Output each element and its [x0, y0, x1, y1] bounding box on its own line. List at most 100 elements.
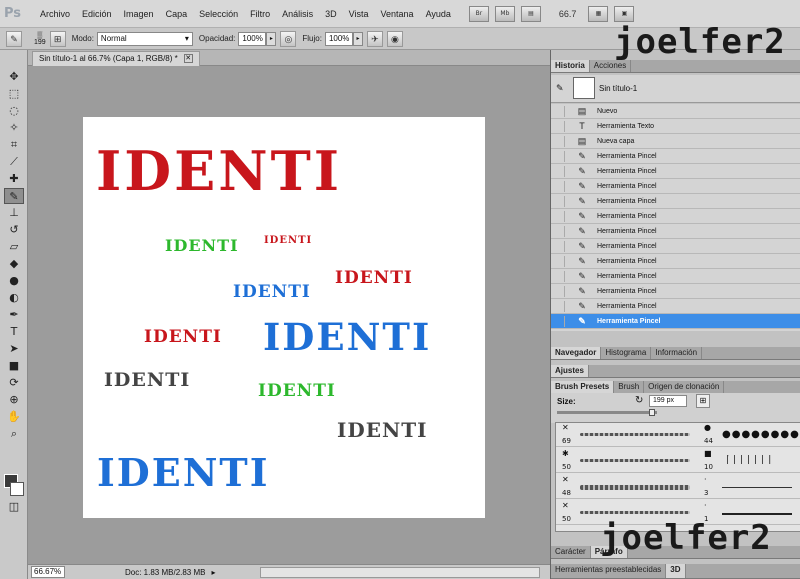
history-source-checkbox[interactable] — [555, 210, 565, 222]
history-row[interactable]: ✎ Herramienta Pincel — [551, 209, 800, 224]
clone-stamp-tool-icon[interactable]: ⊥ — [4, 205, 24, 221]
rectangle-tool-icon[interactable]: ■ — [4, 358, 24, 374]
history-source-checkbox[interactable] — [555, 285, 565, 297]
tab-brush[interactable]: Brush — [614, 381, 645, 393]
pen-tool-icon[interactable]: ✒ — [4, 307, 24, 323]
history-brush-tool-icon[interactable]: ↺ — [4, 222, 24, 238]
history-row[interactable]: ▤ Nuevo — [551, 104, 800, 119]
tab-ajustes[interactable]: Ajustes — [551, 365, 589, 377]
brush-size-slider-handle[interactable] — [649, 409, 655, 416]
blur-tool-icon[interactable]: ● — [4, 273, 24, 289]
tab-herramientas-preestablecidas[interactable]: Herramientas preestablecidas — [551, 564, 667, 578]
background-color-swatch[interactable] — [10, 482, 24, 496]
flow-slider-arrow[interactable]: ▸ — [352, 31, 363, 46]
history-row[interactable]: ✎ Herramienta Pincel — [551, 269, 800, 284]
move-tool-icon[interactable]: ✥ — [4, 69, 24, 85]
menu-filtro[interactable]: Filtro — [244, 9, 276, 19]
history-source-checkbox[interactable] — [555, 105, 565, 117]
tab-3d[interactable]: 3D — [666, 564, 686, 578]
mode-select[interactable]: Normal ▾ — [96, 31, 193, 46]
horizontal-scrollbar[interactable] — [259, 566, 540, 578]
tab-navegador[interactable]: Navegador — [551, 347, 602, 359]
flow-field[interactable]: 100% — [324, 31, 353, 46]
brush-panel-toggle-icon[interactable]: ⊞ — [49, 30, 66, 47]
paint-bucket-tool-icon[interactable]: ◆ — [4, 256, 24, 272]
brush-preset[interactable]: · 3 — [700, 475, 800, 499]
view-extras-button[interactable]: ▤ — [520, 5, 541, 22]
healing-brush-tool-icon[interactable]: ✚ — [4, 171, 24, 187]
history-source-checkbox[interactable] — [555, 150, 565, 162]
3d-rotate-tool-icon[interactable]: ⟳ — [4, 375, 24, 391]
menu-ayuda[interactable]: Ayuda — [420, 9, 457, 19]
zoom-level[interactable]: 66.7 — [559, 9, 577, 19]
brush-preset[interactable]: ■ 10 ׁ||||||| — [700, 449, 800, 473]
history-source-checkbox[interactable] — [555, 315, 565, 327]
history-source-checkbox[interactable] — [555, 255, 565, 267]
history-row[interactable]: ▤ Nueva capa — [551, 134, 800, 149]
menu-archivo[interactable]: Archivo — [34, 9, 76, 19]
close-icon[interactable]: ✕ — [183, 54, 193, 63]
brush-size-slider[interactable] — [557, 411, 657, 414]
history-row[interactable]: ✎ Herramienta Pincel — [551, 194, 800, 209]
history-source-brush-icon[interactable]: ✎ — [556, 84, 564, 94]
menu-3d[interactable]: 3D — [319, 9, 343, 19]
tab-informacion[interactable]: Información — [651, 347, 703, 359]
airbrush-icon[interactable]: ✈ — [366, 30, 383, 47]
history-source-checkbox[interactable] — [555, 270, 565, 282]
history-row[interactable]: ✎ Herramienta Pincel — [551, 314, 800, 329]
menu-capa[interactable]: Capa — [160, 9, 194, 19]
opacity-field[interactable]: 100% — [238, 31, 267, 46]
history-snapshot[interactable]: ✎ Sin título-1 — [551, 75, 800, 103]
history-source-checkbox[interactable] — [555, 240, 565, 252]
brush-preset[interactable]: ● 44 ●●●●●●●● — [700, 423, 800, 447]
menu-seleccion[interactable]: Selección — [193, 9, 244, 19]
menu-edicion[interactable]: Edición — [76, 9, 118, 19]
history-source-checkbox[interactable] — [555, 165, 565, 177]
quick-mask-icon[interactable]: ◫ — [4, 499, 24, 515]
pressure-size-icon[interactable]: ◉ — [386, 30, 403, 47]
menu-imagen[interactable]: Imagen — [118, 9, 160, 19]
menu-analisis[interactable]: Análisis — [276, 9, 319, 19]
history-row[interactable]: ✎ Herramienta Pincel — [551, 164, 800, 179]
zoom-tool-icon[interactable]: ⌕ — [4, 426, 24, 442]
brush-preset[interactable]: ✱ 50 — [556, 449, 700, 473]
document-tab[interactable]: Sin título-1 al 66.7% (Capa 1, RGB/8) * … — [32, 51, 200, 66]
type-tool-icon[interactable]: T — [4, 324, 24, 340]
brush-tool-preset-icon[interactable]: ✎ — [6, 30, 22, 47]
brush-preset[interactable]: ✕ 69 — [556, 423, 700, 447]
history-row[interactable]: T Herramienta Texto — [551, 119, 800, 134]
path-selection-tool-icon[interactable]: ➤ — [4, 341, 24, 357]
history-source-checkbox[interactable] — [555, 225, 565, 237]
menu-vista[interactable]: Vista — [343, 9, 375, 19]
crop-tool-icon[interactable]: ⌗ — [4, 137, 24, 153]
history-source-checkbox[interactable] — [555, 180, 565, 192]
history-source-checkbox[interactable] — [555, 300, 565, 312]
history-row[interactable]: ✎ Herramienta Pincel — [551, 149, 800, 164]
history-source-checkbox[interactable] — [555, 195, 565, 207]
history-row[interactable]: ✎ Herramienta Pincel — [551, 224, 800, 239]
marquee-tool-icon[interactable]: ⬚ — [4, 86, 24, 102]
status-zoom-field[interactable]: 66.67% — [31, 566, 65, 578]
history-row[interactable]: ✎ Herramienta Pincel — [551, 299, 800, 314]
history-row[interactable]: ✎ Herramienta Pincel — [551, 284, 800, 299]
tab-historia[interactable]: Historia — [551, 60, 590, 72]
status-menu-arrow-icon[interactable]: ▸ — [211, 568, 215, 577]
brush-preset-picker[interactable]: ▒ 199 — [34, 32, 46, 46]
brush-preset[interactable]: ✕ 48 — [556, 475, 700, 499]
quick-selection-tool-icon[interactable]: ✧ — [4, 120, 24, 136]
pressure-opacity-icon[interactable]: ◎ — [280, 30, 297, 47]
new-brush-preset-icon[interactable]: ⊞ — [696, 394, 710, 408]
mini-bridge-button[interactable]: Mb — [494, 5, 515, 22]
history-row[interactable]: ✎ Herramienta Pincel — [551, 239, 800, 254]
reset-size-icon[interactable]: ↻ — [635, 395, 643, 406]
history-source-checkbox[interactable] — [555, 135, 565, 147]
lasso-tool-icon[interactable]: ◌ — [4, 103, 24, 119]
menu-ventana[interactable]: Ventana — [375, 9, 420, 19]
screen-mode-button[interactable]: ▣ — [614, 5, 635, 22]
eraser-tool-icon[interactable]: ▱ — [4, 239, 24, 255]
tab-origen-clonacion[interactable]: Origen de clonación — [644, 381, 725, 393]
history-row[interactable]: ✎ Herramienta Pincel — [551, 179, 800, 194]
tab-brush-presets[interactable]: Brush Presets — [551, 381, 615, 393]
brush-size-field[interactable]: 199 px — [649, 395, 687, 407]
arrange-documents-button[interactable]: ▦ — [588, 5, 609, 22]
